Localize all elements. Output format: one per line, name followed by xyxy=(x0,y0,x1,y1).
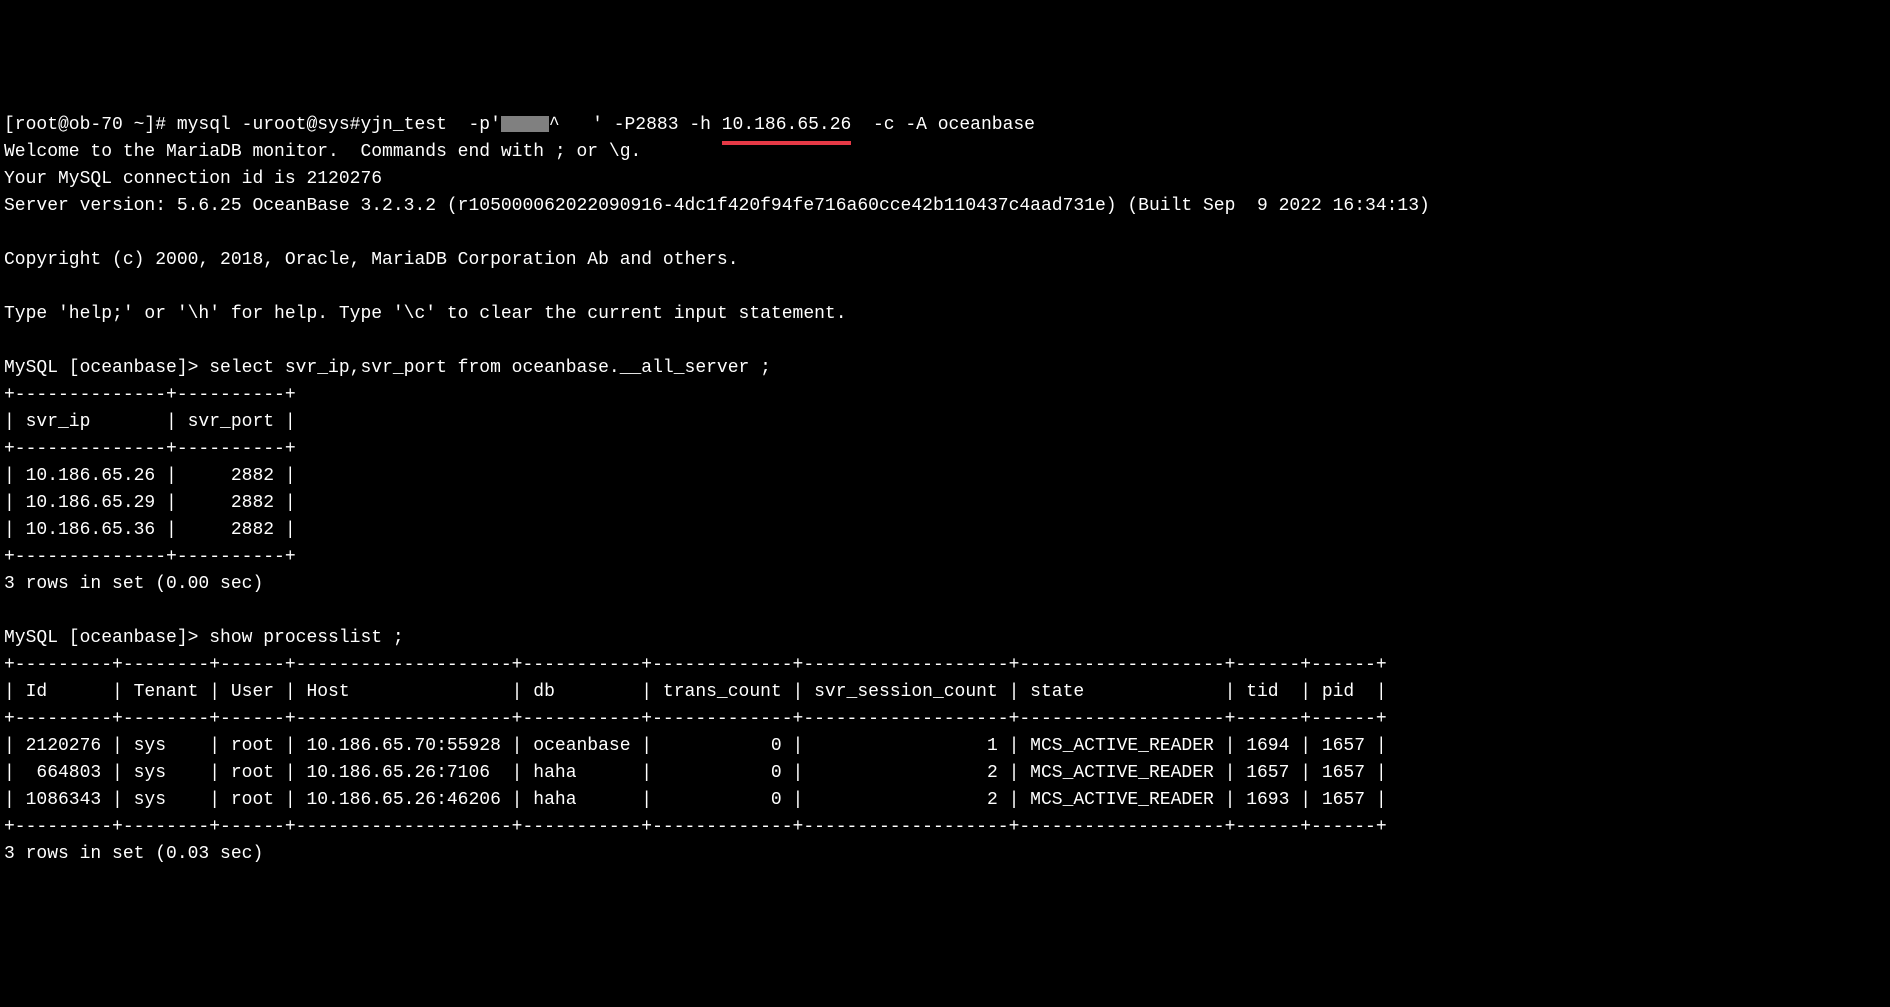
table-header: | Id | Tenant | User | Host | db | trans… xyxy=(4,682,1387,702)
table-header: | svr_ip | svr_port | xyxy=(4,412,296,432)
table-row: | 2120276 | sys | root | 10.186.65.70:55… xyxy=(4,736,1387,756)
table-border: +--------------+----------+ xyxy=(4,385,296,405)
table-row: | 10.186.65.36 | 2882 | xyxy=(4,520,296,540)
redacted-password xyxy=(501,116,549,132)
server-version-line: Server version: 5.6.25 OceanBase 3.2.3.2… xyxy=(4,196,1430,216)
table-border: +--------------+----------+ xyxy=(4,547,296,567)
mysql-prompt: MySQL [oceanbase]> xyxy=(4,628,209,648)
mysql-prompt: MySQL [oceanbase]> xyxy=(4,358,209,378)
copyright-line: Copyright (c) 2000, 2018, Oracle, MariaD… xyxy=(4,250,739,270)
table-row: | 664803 | sys | root | 10.186.65.26:710… xyxy=(4,763,1387,783)
welcome-line: Welcome to the MariaDB monitor. Commands… xyxy=(4,142,641,162)
shell-prompt: [root@ob-70 ~]# xyxy=(4,115,177,135)
mysql-command-post: -c -A oceanbase xyxy=(851,115,1035,135)
table-row: | 10.186.65.29 | 2882 | xyxy=(4,493,296,513)
sql-query: select svr_ip,svr_port from oceanbase.__… xyxy=(209,358,771,378)
table-border: +--------------+----------+ xyxy=(4,439,296,459)
result-footer: 3 rows in set (0.00 sec) xyxy=(4,574,263,594)
terminal-output: [root@ob-70 ~]# mysql -uroot@sys#yjn_tes… xyxy=(4,112,1886,868)
help-line: Type 'help;' or '\h' for help. Type '\c'… xyxy=(4,304,847,324)
mysql-command-mid: ^ ' -P2883 -h xyxy=(549,115,722,135)
table-row: | 10.186.65.26 | 2882 | xyxy=(4,466,296,486)
table-border: +---------+--------+------+-------------… xyxy=(4,709,1387,729)
table-border: +---------+--------+------+-------------… xyxy=(4,817,1387,837)
sql-query: show processlist ; xyxy=(209,628,403,648)
table-row: | 1086343 | sys | root | 10.186.65.26:46… xyxy=(4,790,1387,810)
connection-id-line: Your MySQL connection id is 2120276 xyxy=(4,169,382,189)
host-ip-underlined: 10.186.65.26 xyxy=(722,112,852,145)
table-border: +---------+--------+------+-------------… xyxy=(4,655,1387,675)
mysql-command: mysql -uroot@sys#yjn_test -p' xyxy=(177,115,501,135)
result-footer: 3 rows in set (0.03 sec) xyxy=(4,844,263,864)
